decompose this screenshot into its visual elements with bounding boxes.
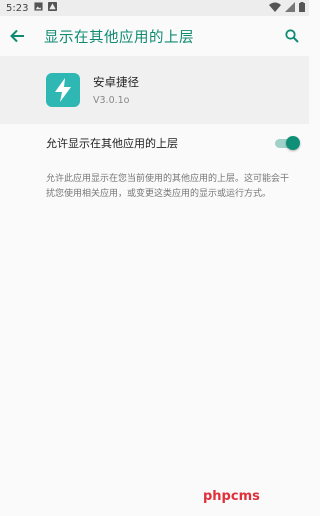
signal-icon	[285, 1, 295, 15]
status-time: 5:23	[6, 2, 29, 14]
app-header: 安卓捷径 V3.0.1o	[0, 56, 309, 124]
status-bar: 5:23	[0, 0, 309, 16]
permission-toggle[interactable]	[275, 136, 300, 150]
app-bar: 显示在其他应用的上层	[0, 16, 309, 56]
lightning-icon	[46, 73, 80, 107]
image-icon	[34, 2, 44, 14]
screen: 5:23 显示在其他应用的上层 安卓捷径 V3.0.1o 允许显示在其他应用的上…	[0, 0, 309, 516]
toggle-thumb	[286, 136, 300, 150]
wifi-icon	[269, 2, 281, 15]
search-icon[interactable]	[281, 25, 303, 47]
watermark: phpcms	[203, 489, 260, 504]
permission-description: 允许此应用显示在您当前使用的其他应用的上层。这可能会干扰您使用相关应用，或变更这…	[46, 174, 290, 199]
app-info: 安卓捷径 V3.0.1o	[93, 74, 139, 106]
page-title: 显示在其他应用的上层	[44, 29, 194, 46]
permission-label: 允许显示在其他应用的上层	[46, 137, 178, 150]
app-name: 安卓捷径	[93, 75, 139, 89]
permission-row[interactable]: 允许显示在其他应用的上层	[0, 124, 309, 162]
status-right-icons	[269, 1, 305, 15]
warning-icon	[48, 2, 58, 14]
arrow-back-icon[interactable]	[6, 25, 28, 47]
app-version: V3.0.1o	[93, 95, 130, 106]
battery-icon	[299, 1, 305, 15]
